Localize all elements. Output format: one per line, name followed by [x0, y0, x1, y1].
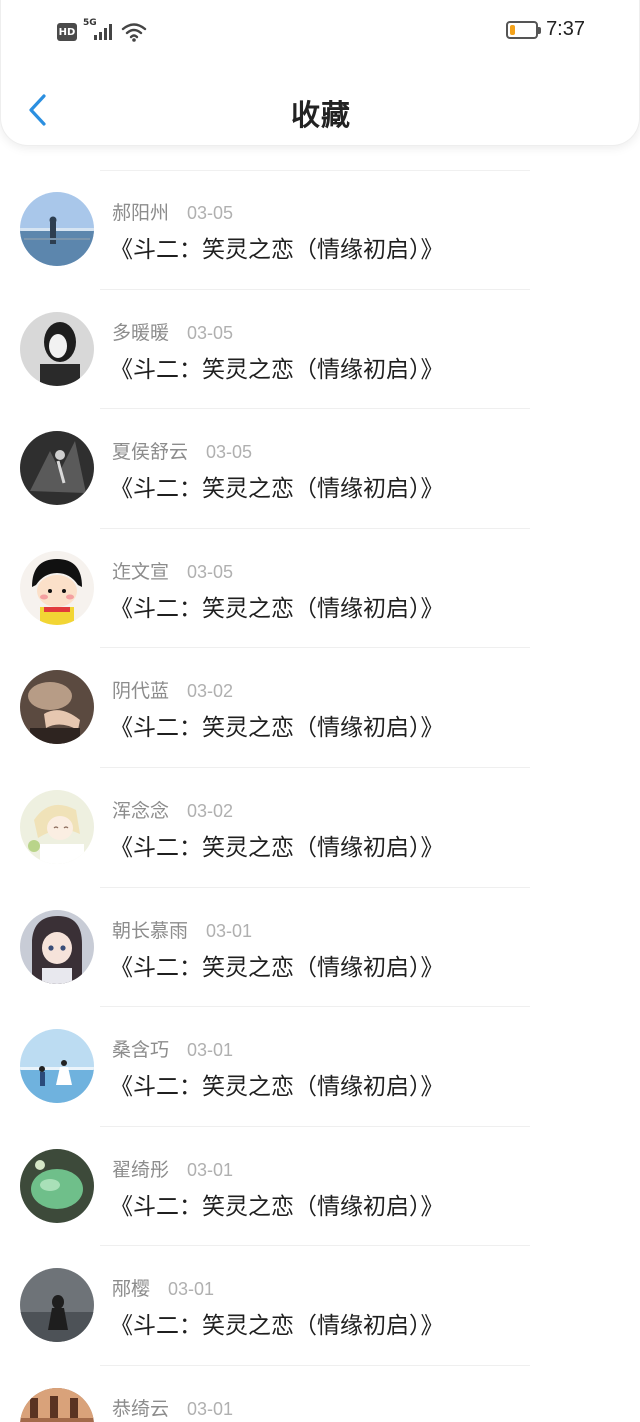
item-date: 03-01: [187, 1040, 234, 1061]
item-date: 03-05: [187, 203, 234, 223]
wifi-icon: [121, 23, 147, 42]
item-meta: 阴代蓝 03-02: [112, 676, 233, 703]
status-right: 7:37: [506, 18, 585, 41]
user-name: 阴代蓝: [112, 680, 170, 703]
item-meta: 朝长慕雨 03-01: [112, 916, 252, 943]
favorite-item[interactable]: 阴代蓝 03-02 《斗二：笑灵之恋（情缘初启）》: [0, 648, 640, 768]
user-name: 多暖暖: [112, 321, 170, 344]
battery-icon: [506, 20, 542, 39]
user-name: 邴樱: [112, 1278, 151, 1301]
item-title: 《斗二：笑灵之恋（情缘初启）》: [110, 1313, 444, 1340]
avatar: [20, 1029, 94, 1104]
user-name: 浑念念: [112, 799, 170, 822]
item-meta: 恭绮云 03-01: [112, 1394, 233, 1421]
favorite-item[interactable]: 郝阳州 03-05 《斗二：笑灵之恋（情缘初启）》: [0, 170, 640, 290]
favorite-item[interactable]: 多暖暖 03-05 《斗二：笑灵之恋（情缘初启）》: [0, 290, 640, 410]
favorite-item[interactable]: 邴樱 03-01 《斗二：笑灵之恋（情缘初启）》: [0, 1246, 640, 1366]
user-name: 朝长慕雨: [112, 919, 189, 942]
avatar: [20, 1268, 94, 1343]
item-title: 《斗二：笑灵之恋（情缘初启）》: [110, 834, 444, 861]
avatar: [20, 1148, 94, 1223]
avatar: [20, 431, 94, 506]
item-meta: 浑念念 03-02: [112, 796, 233, 823]
user-name: 郝阳州: [112, 202, 170, 224]
item-date: 03-05: [206, 442, 253, 463]
status-left: HD 5G: [57, 18, 147, 44]
status-bar: HD 5G 7:37: [1, 0, 640, 64]
item-date: 03-01: [206, 920, 253, 941]
item-title: 《斗二：笑灵之恋（情缘初启）》: [110, 356, 444, 383]
item-date: 03-02: [187, 681, 234, 702]
avatar: [20, 789, 94, 864]
page-title: 收藏: [290, 98, 351, 132]
avatar: [20, 909, 94, 984]
user-name: 翟绮彤: [112, 1158, 170, 1181]
app-header: HD 5G 7:37 收藏: [0, 0, 640, 146]
item-meta: 郝阳州 03-05: [112, 198, 233, 225]
item-title: 《斗二：笑灵之恋（情缘初启）》: [110, 715, 444, 742]
favorite-item[interactable]: 恭绮云 03-01: [0, 1366, 640, 1422]
item-title: 《斗二：笑灵之恋（情缘初启）》: [110, 476, 444, 503]
item-meta: 夏侯舒云 03-05: [112, 437, 252, 464]
item-date: 03-01: [187, 1398, 234, 1419]
favorite-item[interactable]: 翟绮彤 03-01 《斗二：笑灵之恋（情缘初启）》: [0, 1127, 640, 1247]
avatar: [20, 192, 94, 266]
battery-level: [510, 24, 516, 35]
item-meta: 多暖暖 03-05: [112, 318, 233, 345]
item-date: 03-01: [187, 1159, 234, 1180]
clock: 7:37: [546, 18, 585, 40]
item-date: 03-01: [168, 1279, 215, 1300]
user-name: 夏侯舒云: [112, 441, 189, 464]
item-meta: 翟绮彤 03-01: [112, 1155, 233, 1182]
item-date: 03-05: [187, 561, 234, 582]
favorites-list: 郝阳州 03-05 《斗二：笑灵之恋（情缘初启）》 多暖暖 03-05 《斗二：…: [0, 170, 640, 1422]
avatar: [20, 311, 94, 386]
user-name: 恭绮云: [112, 1397, 170, 1420]
item-date: 03-02: [187, 800, 234, 821]
favorite-item[interactable]: 朝长慕雨 03-01 《斗二：笑灵之恋（情缘初启）》: [0, 888, 640, 1008]
avatar: [20, 1387, 94, 1422]
item-title: 《斗二：笑灵之恋（情缘初启）》: [110, 237, 444, 263]
hd-icon: HD: [57, 23, 77, 41]
avatar: [20, 670, 94, 745]
favorite-item[interactable]: 夏侯舒云 03-05 《斗二：笑灵之恋（情缘初启）》: [0, 409, 640, 529]
item-meta: 迮文宣 03-05: [112, 557, 233, 584]
item-title: 《斗二：笑灵之恋（情缘初启）》: [110, 1193, 444, 1220]
item-date: 03-05: [187, 322, 234, 343]
item-title: 《斗二：笑灵之恋（情缘初启）》: [110, 595, 444, 622]
favorite-item[interactable]: 迮文宣 03-05 《斗二：笑灵之恋（情缘初启）》: [0, 529, 640, 649]
item-title: 《斗二：笑灵之恋（情缘初启）》: [110, 954, 444, 981]
nav-bar: 收藏: [1, 74, 640, 146]
item-meta: 邴樱 03-01: [112, 1274, 214, 1301]
user-name: 迮文宣: [112, 560, 170, 583]
item-meta: 桑含巧 03-01: [112, 1035, 233, 1062]
signal-icon: 5G: [83, 18, 115, 44]
favorite-item[interactable]: 浑念念 03-02 《斗二：笑灵之恋（情缘初启）》: [0, 768, 640, 888]
user-name: 桑含巧: [112, 1039, 170, 1062]
favorite-item[interactable]: 桑含巧 03-01 《斗二：笑灵之恋（情缘初启）》: [0, 1007, 640, 1127]
avatar: [20, 550, 94, 625]
item-title: 《斗二：笑灵之恋（情缘初启）》: [110, 1074, 444, 1101]
